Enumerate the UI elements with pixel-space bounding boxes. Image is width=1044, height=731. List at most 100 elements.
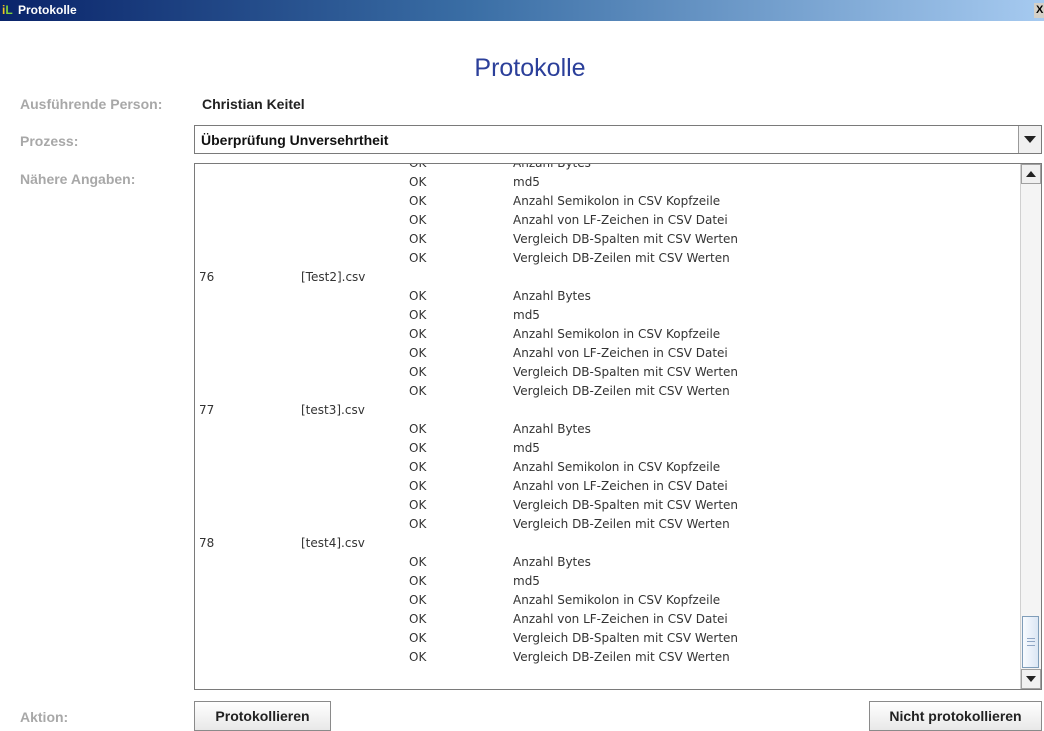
close-icon[interactable]: X: [1034, 3, 1044, 18]
log-row-status: OK: [409, 384, 427, 398]
log-row-status: OK: [409, 460, 427, 474]
log-button[interactable]: Protokollieren: [194, 701, 331, 731]
log-row-status: OK: [409, 612, 427, 626]
process-label: Prozess:: [20, 133, 79, 149]
log-row: OK md5: [195, 306, 1021, 325]
log-row: OK Anzahl von LF-Zeichen in CSV Datei: [195, 211, 1021, 230]
person-label: Ausführende Person:: [20, 96, 163, 112]
log-row-description: md5: [513, 574, 540, 588]
log-row-number: 76: [199, 270, 215, 284]
log-row: 76 [Test2].csv: [195, 268, 1021, 287]
log-row-status: OK: [409, 555, 427, 569]
scrollbar-thumb[interactable]: [1022, 616, 1039, 668]
log-row-status: OK: [409, 498, 427, 512]
log-row-description: Vergleich DB-Spalten mit CSV Werten: [513, 232, 739, 246]
action-label: Aktion:: [20, 709, 69, 725]
log-row-description: Anzahl Semikolon in CSV Kopfzeile: [513, 460, 721, 474]
log-row-description: Vergleich DB-Zeilen mit CSV Werten: [513, 251, 730, 265]
log-row: OK Anzahl von LF-Zeichen in CSV Datei: [195, 344, 1021, 363]
log-row-description: md5: [513, 308, 540, 322]
log-row-description: Vergleich DB-Zeilen mit CSV Werten: [513, 517, 730, 531]
grip-icon: [1027, 638, 1035, 646]
log-row-description: Anzahl Semikolon in CSV Kopfzeile: [513, 327, 721, 341]
log-row-status: OK: [409, 650, 427, 664]
log-row-description: Anzahl von LF-Zeichen in CSV Datei: [513, 612, 728, 626]
details-label: Nähere Angaben:: [20, 171, 136, 187]
person-value: Christian Keitel: [202, 96, 305, 112]
log-row-file: [test4].csv: [301, 536, 365, 550]
arrow-down-icon[interactable]: [1021, 669, 1041, 689]
log-row: OK Vergleich DB-Zeilen mit CSV Werten: [195, 382, 1021, 401]
log-row: OK Vergleich DB-Spalten mit CSV Werten: [195, 230, 1021, 249]
log-row: OK Vergleich DB-Zeilen mit CSV Werten: [195, 515, 1021, 534]
log-row-status: OK: [409, 327, 427, 341]
log-row-description: Anzahl von LF-Zeichen in CSV Datei: [513, 213, 728, 227]
log-row: OK Vergleich DB-Zeilen mit CSV Werten: [195, 648, 1021, 667]
log-row: OK Anzahl von LF-Zeichen in CSV Datei: [195, 477, 1021, 496]
log-row-description: Anzahl Bytes: [513, 555, 591, 569]
log-row-status: OK: [409, 422, 427, 436]
log-row: OK Anzahl Bytes: [195, 287, 1021, 306]
process-select[interactable]: Überprüfung Unversehrtheit: [194, 125, 1042, 154]
log-row-description: md5: [513, 175, 540, 189]
log-row: OK Anzahl Bytes: [195, 553, 1021, 572]
log-row-status: OK: [409, 232, 427, 246]
app-icon: iL: [2, 3, 13, 17]
log-row-status: OK: [409, 631, 427, 645]
page-title: Protokolle: [474, 54, 586, 82]
log-row: OK Vergleich DB-Zeilen mit CSV Werten: [195, 249, 1021, 268]
log-row-description: Vergleich DB-Zeilen mit CSV Werten: [513, 384, 730, 398]
window-titlebar[interactable]: iL Protokolle X: [0, 0, 1044, 21]
log-row-status: OK: [409, 251, 427, 265]
log-row-status: OK: [409, 574, 427, 588]
log-row: OK Vergleich DB-Spalten mit CSV Werten: [195, 363, 1021, 382]
log-row-status: OK: [409, 163, 427, 170]
log-row: OK Anzahl Bytes: [195, 163, 1021, 173]
log-row-status: OK: [409, 346, 427, 360]
log-row: OK Anzahl Bytes: [195, 420, 1021, 439]
log-row: OK md5: [195, 173, 1021, 192]
log-row-description: Vergleich DB-Spalten mit CSV Werten: [513, 631, 739, 645]
log-row-description: Anzahl Bytes: [513, 422, 591, 436]
log-row: OK Vergleich DB-Spalten mit CSV Werten: [195, 629, 1021, 648]
log-row-description: Anzahl Bytes: [513, 289, 591, 303]
log-content: OK Anzahl Bytes OK md5 OK Anzahl Semikolon in…: [195, 163, 1021, 667]
log-row-status: OK: [409, 517, 427, 531]
log-row: OK md5: [195, 572, 1021, 591]
process-value: Überprüfung Unversehrtheit: [201, 132, 389, 148]
log-row-description: Anzahl von LF-Zeichen in CSV Datei: [513, 479, 728, 493]
log-row-file: [Test2].csv: [301, 270, 366, 284]
chevron-down-icon[interactable]: [1018, 126, 1041, 153]
window-title: Protokolle: [18, 3, 77, 17]
log-row: 77 [test3].csv: [195, 401, 1021, 420]
log-row: OK Anzahl Semikolon in CSV Kopfzeile: [195, 458, 1021, 477]
log-row-status: OK: [409, 593, 427, 607]
vertical-scrollbar[interactable]: [1020, 164, 1041, 689]
log-row-description: Anzahl von LF-Zeichen in CSV Datei: [513, 346, 728, 360]
no-log-button[interactable]: Nicht protokollieren: [869, 701, 1042, 731]
log-row: 78 [test4].csv: [195, 534, 1021, 553]
log-row-description: Anzahl Semikolon in CSV Kopfzeile: [513, 593, 721, 607]
log-row-description: Vergleich DB-Spalten mit CSV Werten: [513, 498, 739, 512]
log-row: OK Vergleich DB-Spalten mit CSV Werten: [195, 496, 1021, 515]
log-row-number: 77: [199, 403, 215, 417]
log-row-description: Anzahl Semikolon in CSV Kopfzeile: [513, 194, 721, 208]
log-row-status: OK: [409, 213, 427, 227]
log-row-description: Vergleich DB-Zeilen mit CSV Werten: [513, 650, 730, 664]
arrow-up-icon[interactable]: [1021, 164, 1041, 184]
details-log[interactable]: OK Anzahl Bytes OK md5 OK Anzahl Semikolon in…: [194, 163, 1042, 690]
log-row-status: OK: [409, 194, 427, 208]
log-row-description: Vergleich DB-Spalten mit CSV Werten: [513, 365, 739, 379]
log-row-description: Anzahl Bytes: [513, 163, 591, 170]
log-row-status: OK: [409, 175, 427, 189]
log-row-file: [test3].csv: [301, 403, 365, 417]
log-row-description: md5: [513, 441, 540, 455]
log-row: OK Anzahl Semikolon in CSV Kopfzeile: [195, 325, 1021, 344]
log-row: OK md5: [195, 439, 1021, 458]
log-row: OK Anzahl Semikolon in CSV Kopfzeile: [195, 591, 1021, 610]
log-row-number: 78: [199, 536, 215, 550]
log-row-status: OK: [409, 308, 427, 322]
log-row: OK Anzahl von LF-Zeichen in CSV Datei: [195, 610, 1021, 629]
log-row: OK Anzahl Semikolon in CSV Kopfzeile: [195, 192, 1021, 211]
log-row-status: OK: [409, 365, 427, 379]
